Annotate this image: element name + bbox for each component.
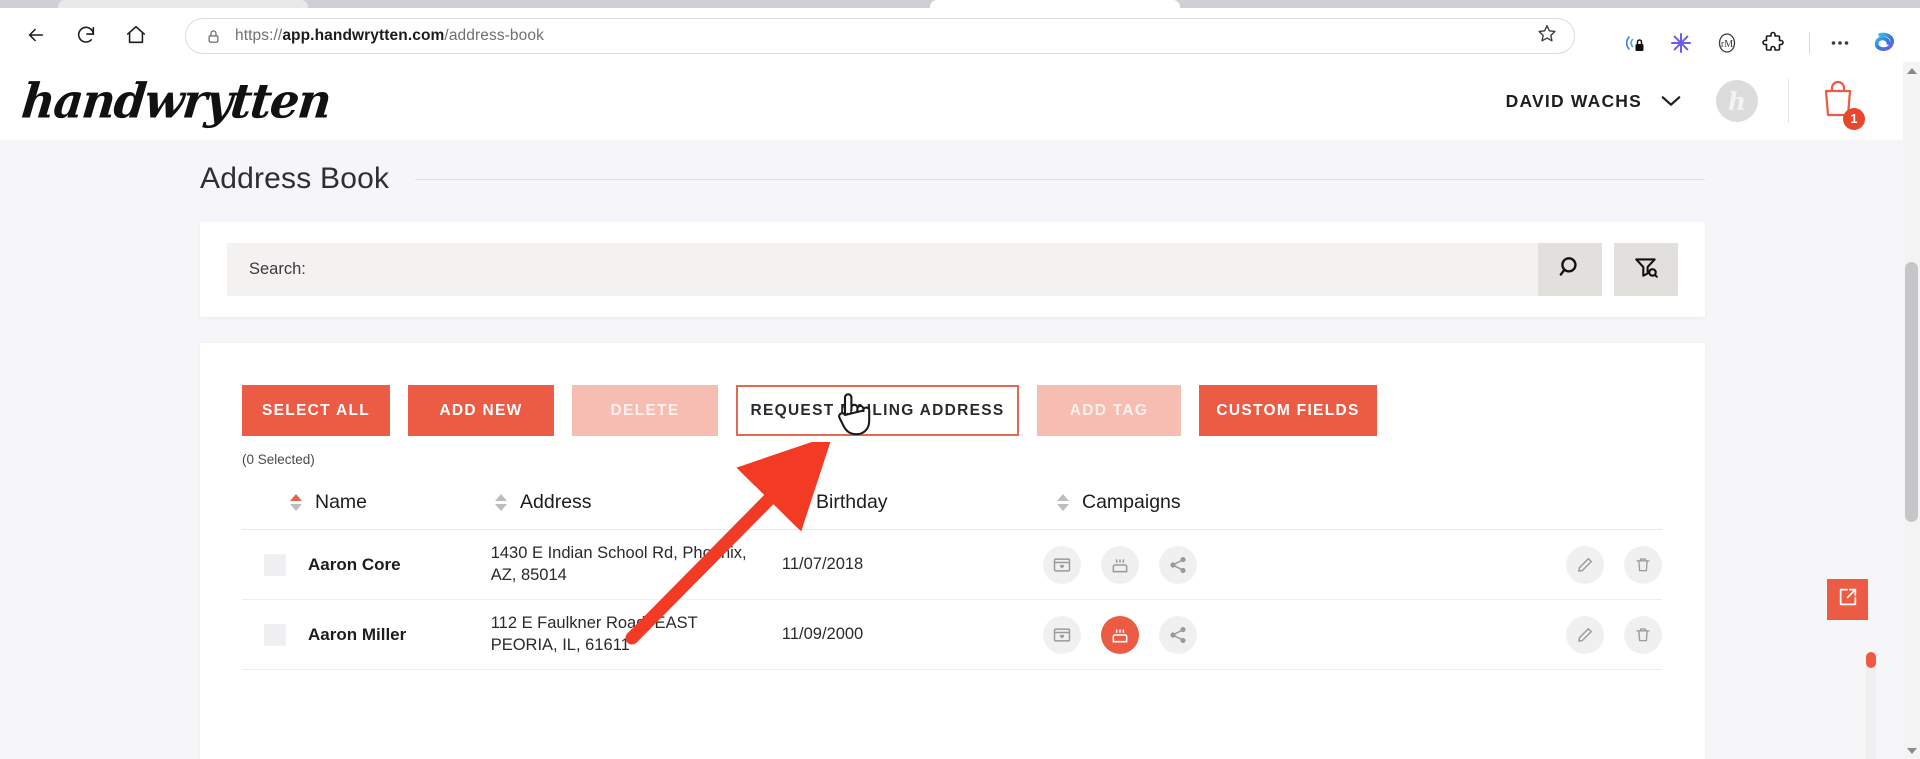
filter-search-icon (1633, 254, 1659, 285)
birthday-cake-icon[interactable] (1101, 545, 1140, 584)
export-button[interactable] (1827, 579, 1868, 620)
table-body: Aaron Core 1430 E Indian School Rd, Phoe… (242, 529, 1663, 670)
row-actions (1566, 615, 1663, 654)
row-campaigns (1043, 615, 1466, 654)
column-label: Name (315, 490, 368, 513)
delete-button[interactable]: DELETE (572, 385, 718, 436)
browser-chrome: https://app.handwrytten.com/address-book… (0, 0, 1920, 62)
scroll-up-arrow-icon[interactable] (1903, 62, 1920, 79)
chevron-down-icon[interactable] (1660, 94, 1682, 108)
row-campaigns (1043, 545, 1466, 584)
add-tag-button[interactable]: ADD TAG (1037, 385, 1181, 436)
search-card: Search: (200, 222, 1705, 317)
export-external-link-icon (1837, 586, 1859, 613)
search-label: Search: (249, 260, 306, 278)
action-button-row: SELECT ALL ADD NEW DELETE REQUEST MAILIN… (242, 385, 1705, 436)
svg-text:rM: rM (1721, 39, 1733, 50)
row-name: Aaron Core (308, 554, 401, 574)
sort-arrows-icon[interactable] (290, 491, 303, 513)
holiday-card-icon[interactable] (1043, 615, 1082, 654)
filter-search-button[interactable] (1614, 243, 1678, 296)
privacy-shield-icon[interactable] (1615, 23, 1655, 63)
lock-icon (206, 28, 221, 45)
birthday-cake-icon[interactable] (1101, 615, 1140, 654)
extension-m-icon[interactable]: rM (1707, 23, 1747, 63)
tab-strip (0, 0, 1920, 8)
row-name: Aaron Miller (308, 624, 407, 644)
table-scrollbar[interactable] (1866, 652, 1876, 759)
more-options-icon[interactable] (1820, 23, 1860, 63)
delete-trash-icon[interactable] (1624, 615, 1663, 654)
copilot-sidebar-icon[interactable] (1866, 23, 1906, 63)
add-new-button[interactable]: ADD NEW (408, 385, 554, 436)
reload-icon[interactable] (68, 17, 104, 53)
search-input[interactable]: Search: (227, 243, 1538, 296)
copilot-asterisk-icon[interactable] (1661, 23, 1701, 63)
home-icon[interactable] (118, 17, 154, 53)
url-text: https://app.handwrytten.com/address-book (235, 27, 544, 44)
row-address: 112 E Faulkner Road, EAST PEORIA, IL, 61… (490, 613, 698, 654)
request-mailing-address-button[interactable]: REQUEST MAILING ADDRESS (736, 385, 1019, 436)
search-icon (1557, 254, 1583, 285)
row-birthday: 11/07/2018 (781, 555, 864, 573)
row-checkbox[interactable] (264, 553, 286, 576)
column-label: Address (520, 490, 592, 513)
avatar[interactable]: h (1716, 80, 1758, 122)
row-actions (1566, 545, 1663, 584)
page-title: Address Book (200, 162, 390, 195)
favorite-star-icon[interactable] (1536, 23, 1558, 50)
table-scrollbar-thumb[interactable] (1866, 652, 1876, 668)
sort-arrows-icon[interactable] (1057, 491, 1070, 513)
sort-arrows-icon[interactable] (791, 491, 804, 513)
column-header-name[interactable]: Name (242, 491, 495, 514)
column-header-campaigns[interactable]: Campaigns (1057, 491, 1487, 514)
address-table: Name Address Birthday Campaigns Aaron Co… (242, 475, 1663, 670)
browser-toolbar: https://app.handwrytten.com/address-book… (0, 8, 1920, 62)
url-bar[interactable]: https://app.handwrytten.com/address-book (185, 18, 1575, 54)
table-row[interactable]: Aaron Miller 112 E Faulkner Road, EAST P… (242, 600, 1663, 670)
app-header: handwrytten DAVID WACHS h 1 (0, 62, 1903, 140)
page-scrollbar[interactable] (1903, 62, 1920, 759)
selected-count-label: (0 Selected) (242, 452, 315, 467)
table-row[interactable]: Aaron Core 1430 E Indian School Rd, Phoe… (242, 530, 1663, 600)
search-button[interactable] (1538, 243, 1602, 296)
delete-trash-icon[interactable] (1624, 545, 1663, 584)
edit-pencil-icon[interactable] (1566, 615, 1605, 654)
scroll-down-arrow-icon[interactable] (1903, 742, 1920, 759)
select-all-button[interactable]: SELECT ALL (242, 385, 390, 436)
column-label: Campaigns (1082, 490, 1181, 513)
address-book-card: SELECT ALL ADD NEW DELETE REQUEST MAILIN… (200, 343, 1705, 759)
table-header-row: Name Address Birthday Campaigns (242, 475, 1662, 529)
column-header-birthday[interactable]: Birthday (791, 491, 1057, 514)
toolbar-divider (1809, 32, 1810, 54)
browser-tab-active[interactable] (930, 0, 1180, 8)
user-menu-label[interactable]: DAVID WACHS (1506, 91, 1642, 112)
custom-fields-button[interactable]: CUSTOM FIELDS (1199, 385, 1377, 436)
back-arrow-icon[interactable] (18, 17, 54, 53)
page-title-row: Address Book (200, 162, 1705, 196)
row-address: 1430 E Indian School Rd, Phoenix, AZ, 85… (490, 543, 747, 584)
column-label: Birthday (816, 490, 888, 513)
share-network-icon[interactable] (1159, 545, 1198, 584)
header-right-group: DAVID WACHS h 1 (1506, 62, 1903, 140)
share-network-icon[interactable] (1159, 615, 1198, 654)
handwrytten-logo[interactable]: handwrytten (19, 73, 333, 129)
edit-pencil-icon[interactable] (1566, 545, 1605, 584)
column-header-address[interactable]: Address (495, 491, 791, 514)
title-divider (415, 178, 1705, 180)
page-viewport: handwrytten DAVID WACHS h 1 Address Book (0, 62, 1920, 759)
browser-tab[interactable] (58, 0, 308, 8)
avatar-letter: h (1727, 86, 1747, 116)
cart-button[interactable]: 1 (1821, 80, 1865, 130)
header-divider (1788, 79, 1789, 123)
sort-arrows-icon[interactable] (495, 491, 508, 513)
page-scrollbar-thumb[interactable] (1905, 262, 1918, 522)
row-checkbox[interactable] (264, 623, 286, 646)
cart-count-badge: 1 (1843, 107, 1865, 130)
row-birthday: 11/09/2000 (781, 625, 864, 643)
extensions-puzzle-icon[interactable] (1753, 23, 1793, 63)
holiday-card-icon[interactable] (1043, 545, 1082, 584)
